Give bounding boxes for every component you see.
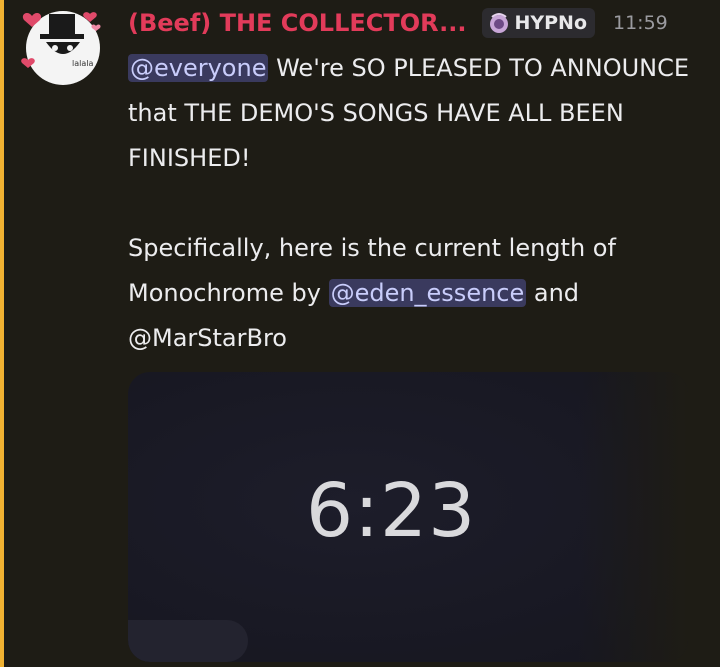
message-content: @everyone We're SO PLEASED TO ANNOUNCE t… xyxy=(128,46,708,361)
username[interactable]: (Beef) THE COLLECTOR... xyxy=(128,9,466,37)
message-timestamp[interactable]: 11:59 xyxy=(613,12,668,34)
message-header: (Beef) THE COLLECTOR... HYPNo 11:59 xyxy=(128,6,668,40)
mention-everyone[interactable]: @everyone xyxy=(128,54,269,82)
guild-tag[interactable]: HYPNo xyxy=(482,8,595,38)
avatar-lettering: lalala xyxy=(72,59,93,68)
message-paragraph: @everyone We're SO PLEASED TO ANNOUNCE t… xyxy=(128,46,708,181)
image-attachment[interactable]: 6:23 xyxy=(128,372,688,662)
hypno-crest-icon xyxy=(490,13,509,33)
user-avatar[interactable]: lalala xyxy=(18,4,106,86)
timer-display: 6:23 xyxy=(306,468,477,554)
message-paragraph: Specifically, here is the current length… xyxy=(128,226,708,361)
avatar-image: lalala xyxy=(21,11,101,85)
mention-highlight-bar xyxy=(0,0,4,667)
attachment-overlay-pill xyxy=(128,620,248,662)
guild-tag-label: HYPNo xyxy=(514,12,587,34)
attachment-edge-fade xyxy=(578,372,688,662)
mention-eden-essence[interactable]: @eden_essence xyxy=(328,279,527,307)
